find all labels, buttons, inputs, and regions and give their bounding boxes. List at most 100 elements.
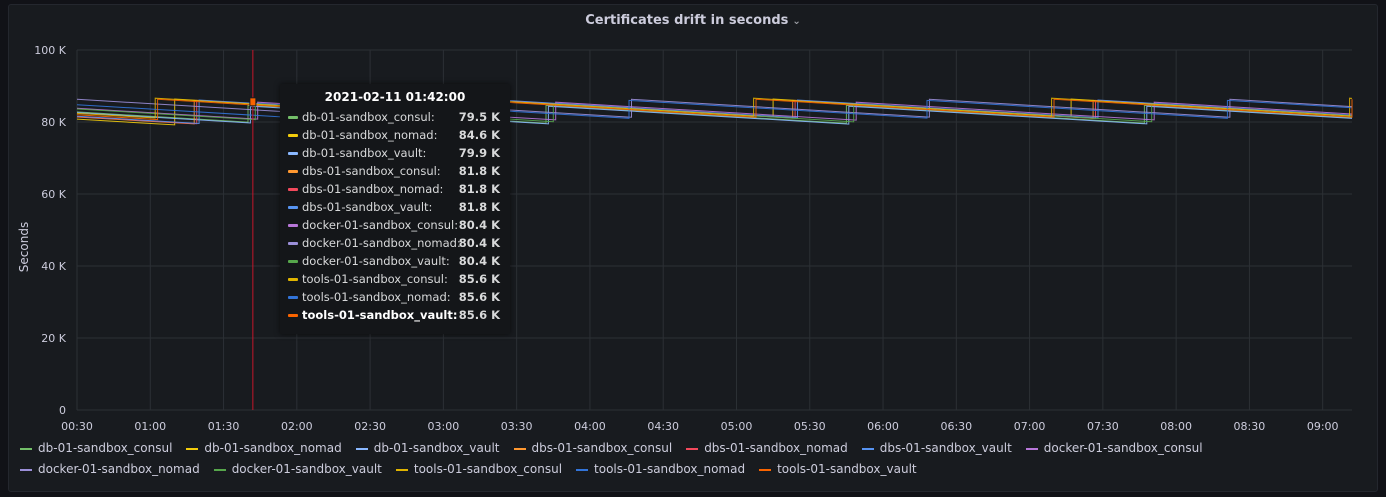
y-tick-label: 20 K bbox=[41, 332, 66, 345]
legend-item[interactable]: db-01-sandbox_consul bbox=[20, 438, 172, 459]
tooltip-row: tools-01-sandbox_nomad: 85.6 K bbox=[288, 288, 502, 306]
x-tick-label: 04:00 bbox=[574, 420, 606, 433]
tooltip-series-swatch bbox=[288, 260, 298, 263]
tooltip-series-swatch bbox=[288, 134, 298, 137]
x-tick-label: 09:00 bbox=[1307, 420, 1339, 433]
x-tick-label: 06:30 bbox=[940, 420, 972, 433]
legend-swatch bbox=[1025, 448, 1038, 450]
y-axis-label: Seconds bbox=[17, 221, 31, 273]
tooltip-series-name: dbs-01-sandbox_consul: bbox=[302, 164, 441, 178]
tooltip-row: db-01-sandbox_nomad: 84.6 K bbox=[288, 126, 502, 144]
legend-item[interactable]: dbs-01-sandbox_nomad bbox=[686, 438, 848, 459]
legend-label: tools-01-sandbox_consul bbox=[413, 462, 563, 476]
tooltip-series-value: 85.6 K bbox=[458, 272, 500, 286]
tooltip-row: docker-01-sandbox_nomad: 80.4 K bbox=[288, 234, 502, 252]
x-tick-label: 06:00 bbox=[867, 420, 899, 433]
tooltip-row: dbs-01-sandbox_consul: 81.8 K bbox=[288, 162, 502, 180]
tooltip-series-swatch bbox=[288, 278, 298, 281]
legend-item[interactable]: docker-01-sandbox_consul bbox=[1025, 438, 1203, 459]
y-tick-label: 80 K bbox=[41, 116, 66, 129]
x-tick-label: 07:00 bbox=[1014, 420, 1046, 433]
tooltip-series-swatch bbox=[288, 206, 298, 209]
legend-label: tools-01-sandbox_nomad bbox=[594, 462, 746, 476]
legend-item[interactable]: tools-01-sandbox_nomad bbox=[576, 459, 745, 480]
legend-label: tools-01-sandbox_vault bbox=[777, 462, 917, 476]
x-tick-label: 02:30 bbox=[354, 420, 386, 433]
hover-point-marker bbox=[249, 97, 257, 107]
legend-swatch bbox=[513, 448, 526, 450]
x-tick-label: 00:30 bbox=[61, 420, 93, 433]
tooltip-series-swatch bbox=[288, 170, 298, 173]
tooltip-series-swatch bbox=[288, 116, 298, 119]
tooltip-series-value: 80.4 K bbox=[458, 218, 500, 232]
y-tick-label: 100 K bbox=[34, 44, 66, 57]
legend-item[interactable]: docker-01-sandbox_nomad bbox=[20, 459, 200, 480]
legend-label: docker-01-sandbox_nomad bbox=[38, 462, 200, 476]
legend-item[interactable]: db-01-sandbox_nomad bbox=[186, 438, 342, 459]
legend-item[interactable]: dbs-01-sandbox_vault bbox=[861, 438, 1012, 459]
tooltip-series-swatch bbox=[288, 296, 298, 299]
x-tick-label: 05:00 bbox=[721, 420, 753, 433]
legend-swatch bbox=[20, 448, 32, 450]
legend-item[interactable]: tools-01-sandbox_consul bbox=[395, 459, 563, 480]
tooltip-row: docker-01-sandbox_consul: 80.4 K bbox=[288, 216, 502, 234]
tooltip-series-name: docker-01-sandbox_consul: bbox=[302, 218, 459, 232]
tooltip-series-value: 80.4 K bbox=[458, 254, 500, 268]
x-tick-label: 07:30 bbox=[1087, 420, 1119, 433]
legend-label: dbs-01-sandbox_vault bbox=[879, 441, 1012, 455]
tooltip-series-value: 80.4 K bbox=[458, 236, 500, 250]
legend-label: dbs-01-sandbox_nomad bbox=[704, 441, 848, 455]
tooltip-series-name: tools-01-sandbox_nomad: bbox=[302, 290, 451, 304]
legend-swatch bbox=[213, 469, 226, 471]
tooltip-series-value: 79.9 K bbox=[458, 146, 500, 160]
tooltip-series-name: db-01-sandbox_nomad: bbox=[302, 128, 438, 142]
x-tick-label: 01:30 bbox=[208, 420, 240, 433]
tooltip-series-swatch bbox=[288, 152, 298, 155]
legend-label: db-01-sandbox_vault bbox=[373, 441, 500, 455]
tooltip-series-value: 85.6 K bbox=[458, 290, 500, 304]
x-tick-label: 08:00 bbox=[1160, 420, 1192, 433]
tooltip-series-swatch bbox=[288, 242, 298, 245]
legend-item[interactable]: dbs-01-sandbox_consul bbox=[513, 438, 673, 459]
legend-swatch bbox=[686, 448, 699, 450]
tooltip-series-name: db-01-sandbox_vault: bbox=[302, 146, 427, 160]
tooltip-row: db-01-sandbox_consul: 79.5 K bbox=[288, 108, 502, 126]
legend-label: docker-01-sandbox_vault bbox=[231, 462, 382, 476]
legend-swatch bbox=[759, 469, 772, 471]
tooltip-series-name: tools-01-sandbox_consul: bbox=[302, 272, 448, 286]
tooltip-series-name: docker-01-sandbox_nomad: bbox=[302, 236, 461, 250]
legend-swatch bbox=[861, 448, 874, 450]
tooltip-series-name: docker-01-sandbox_vault: bbox=[302, 254, 450, 268]
x-tick-label: 02:00 bbox=[281, 420, 313, 433]
tooltip-rows: db-01-sandbox_consul: 79.5 Kdb-01-sandbox… bbox=[288, 108, 502, 324]
legend-label: dbs-01-sandbox_consul bbox=[531, 441, 673, 455]
legend-swatch bbox=[576, 469, 589, 471]
legend-item[interactable]: db-01-sandbox_vault bbox=[355, 438, 500, 459]
line-chart[interactable]: 0 20 K 40 K 60 K 80 K 100 K 00:30 01:00 01:30 02:… bbox=[0, 0, 1386, 497]
tooltip-row: docker-01-sandbox_vault: 80.4 K bbox=[288, 252, 502, 270]
tooltip-series-value: 85.6 K bbox=[458, 308, 500, 322]
tooltip-series-swatch bbox=[288, 188, 298, 191]
legend-swatch bbox=[20, 469, 32, 471]
tooltip-series-value: 81.8 K bbox=[458, 200, 500, 214]
tooltip-series-value: 84.6 K bbox=[458, 128, 500, 142]
legend-label: db-01-sandbox_consul bbox=[38, 441, 173, 455]
y-tick-label: 0 bbox=[59, 404, 66, 417]
tooltip-series-name: tools-01-sandbox_vault: bbox=[302, 308, 458, 322]
y-tick-label: 40 K bbox=[41, 260, 66, 273]
tooltip-series-value: 81.8 K bbox=[458, 164, 500, 178]
tooltip-row: tools-01-sandbox_vault: 85.6 K bbox=[288, 306, 502, 324]
legend-item[interactable]: docker-01-sandbox_vault bbox=[213, 459, 382, 480]
x-tick-label: 08:30 bbox=[1234, 420, 1266, 433]
x-tick-label: 03:30 bbox=[501, 420, 533, 433]
hover-tooltip: 2021-02-11 01:42:00 db-01-sandbox_consul… bbox=[280, 84, 510, 334]
tooltip-row: dbs-01-sandbox_nomad: 81.8 K bbox=[288, 180, 502, 198]
legend-item[interactable]: tools-01-sandbox_vault bbox=[759, 459, 917, 480]
chart-legend: db-01-sandbox_consul db-01-sandbox_nomad d… bbox=[20, 438, 1360, 480]
x-tick-label: 03:00 bbox=[428, 420, 460, 433]
tooltip-series-name: dbs-01-sandbox_nomad: bbox=[302, 182, 444, 196]
legend-swatch bbox=[186, 448, 199, 450]
legend-label: docker-01-sandbox_consul bbox=[1043, 441, 1203, 455]
tooltip-series-swatch bbox=[288, 314, 298, 317]
legend-swatch bbox=[395, 469, 408, 471]
